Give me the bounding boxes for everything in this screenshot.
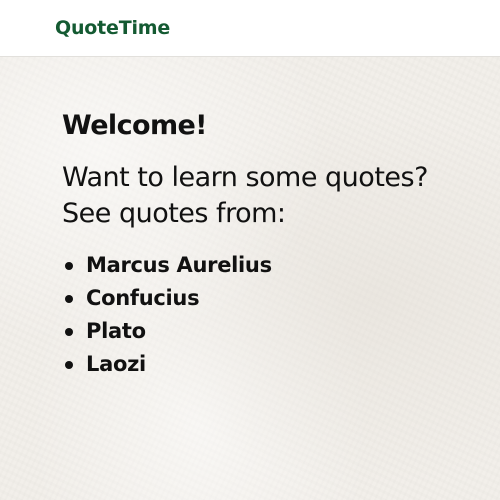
list-item-laozi: Laozi bbox=[65, 348, 482, 381]
author-list: Marcus Aurelius Confucius Plato Laozi bbox=[62, 249, 482, 381]
list-item-confucius: Confucius bbox=[65, 282, 482, 315]
top-navbar: QuoteTime bbox=[0, 0, 500, 57]
intro-line-2: See quotes from: bbox=[62, 198, 286, 229]
author-link-laozi[interactable]: Laozi bbox=[86, 352, 146, 376]
intro-line-1: Want to learn some quotes? bbox=[62, 162, 428, 193]
author-link-marcus-aurelius[interactable]: Marcus Aurelius bbox=[86, 253, 272, 277]
author-link-confucius[interactable]: Confucius bbox=[86, 286, 200, 310]
brand-link[interactable]: QuoteTime bbox=[55, 17, 170, 39]
welcome-heading: Welcome! bbox=[62, 110, 208, 141]
list-item-plato: Plato bbox=[65, 315, 482, 348]
author-link-plato[interactable]: Plato bbox=[86, 319, 146, 343]
main-content: Welcome! Want to learn some quotes? See … bbox=[62, 108, 482, 381]
list-item-marcus-aurelius: Marcus Aurelius bbox=[65, 249, 482, 282]
intro-text: Want to learn some quotes? See quotes fr… bbox=[62, 160, 482, 232]
